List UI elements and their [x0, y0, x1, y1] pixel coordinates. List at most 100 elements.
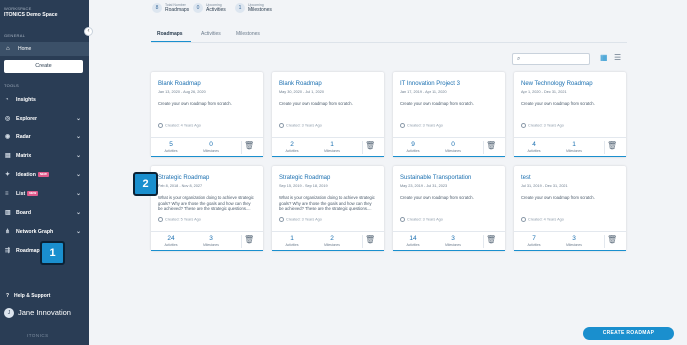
user-profile[interactable]: J Jane Innovation [0, 306, 89, 320]
trash-icon[interactable]: 🗑 [486, 235, 496, 244]
card-accent-bar [272, 249, 384, 251]
roadmap-title[interactable]: Strategic Roadmap [158, 175, 209, 181]
sidebar-item-insights[interactable]: ◔ Insights [0, 95, 89, 105]
roadmap-dates: Sep 15, 2019 - Sep 18, 2019 [279, 184, 328, 188]
sidebar-item-matrix[interactable]: ▤ Matrix ⌄ [0, 151, 89, 161]
list-view-icon[interactable]: ☰ [614, 54, 621, 62]
roadmap-dates: Apr 1, 2020 - Dec 31, 2021 [521, 90, 567, 94]
workspace-label: WORKSPACE [4, 6, 32, 11]
created-info: Created: 4 Years Ago [521, 217, 564, 222]
roadmap-title[interactable]: Sustainable Transportation [400, 175, 471, 181]
milestones-label: Milestones [324, 243, 340, 247]
help-and-support-link[interactable]: ? Help & Support [6, 293, 51, 299]
roadmap-title[interactable]: New Technology Roadmap [521, 81, 593, 87]
clock-icon [400, 123, 405, 128]
trash-icon[interactable]: 🗑 [607, 141, 617, 150]
sidebar-item-list[interactable]: ≡ List NEW ⌄ [0, 189, 89, 199]
roadmap-title[interactable]: Blank Roadmap [279, 81, 322, 87]
milestones-value: 2 [330, 235, 334, 242]
roadmap-card[interactable]: Blank Roadmap May 30, 2020 - Jul 1, 2020… [272, 72, 384, 157]
sidebar-item-radar[interactable]: ◉ Radar ⌄ [0, 132, 89, 142]
created-info: Created: 3 Years Ago [400, 217, 443, 222]
tab-roadmaps[interactable]: Roadmaps [157, 31, 183, 37]
activities-label: Activities [285, 243, 299, 247]
sidebar-item-label: List [16, 191, 26, 197]
stat-name: Milestones [248, 7, 272, 13]
milestones-label: Milestones [324, 149, 340, 153]
help-label: Help & Support [14, 293, 51, 299]
sidebar-item-explorer[interactable]: ◎ Explorer ⌄ [0, 114, 89, 124]
search-input[interactable]: ⌕ [512, 53, 590, 65]
activities-count: 4 Activities [514, 141, 554, 153]
roadmap-dates: Feb 8, 2018 - Nov 8, 2027 [158, 184, 203, 188]
tab-activities[interactable]: Activities [201, 31, 221, 37]
activities-count: 24 Activities [151, 235, 191, 247]
roadmap-card[interactable]: IT Innovation Project 3 Jan 17, 2019 - A… [393, 72, 505, 157]
milestones-label: Milestones [445, 243, 461, 247]
milestones-value: 3 [572, 235, 576, 242]
network-graph-icon: ⋔ [5, 229, 11, 235]
collapse-sidebar-button[interactable]: ‹ [84, 27, 93, 36]
sidebar-item-network-graph[interactable]: ⋔ Network Graph ⌄ [0, 227, 89, 237]
roadmap-description: What is your organization doing to achie… [279, 195, 375, 212]
workspace-name[interactable]: ITONICS Demo Space [4, 12, 58, 18]
roadmap-card[interactable]: New Technology Roadmap Apr 1, 2020 - Dec… [514, 72, 626, 157]
activities-label: Activities [164, 149, 178, 153]
trash-icon[interactable]: 🗑 [365, 235, 375, 244]
card-footer: 2 Activities 1 Milestones 🗑 [272, 137, 384, 157]
footer-divider [483, 141, 484, 154]
chevron-down-icon[interactable]: ⌄ [76, 151, 81, 161]
activities-label: Activities [527, 149, 541, 153]
sidebar-item-label: Network Graph [16, 229, 54, 235]
tab-milestones[interactable]: Milestones [236, 31, 260, 37]
milestones-label: Milestones [566, 149, 582, 153]
chevron-down-icon[interactable]: ⌄ [76, 170, 81, 180]
milestones-count: 0 Milestones [433, 141, 473, 153]
card-footer: 14 Activities 3 Milestones 🗑 [393, 231, 505, 251]
chevron-down-icon[interactable]: ⌄ [76, 132, 81, 142]
roadmap-title[interactable]: test [521, 175, 531, 181]
sidebar-item-label: Matrix [16, 153, 32, 159]
create-button[interactable]: Create [4, 60, 83, 73]
sidebar-item-ideation[interactable]: ✦ Ideation NEW ⌄ [0, 170, 89, 180]
trash-icon[interactable]: 🗑 [365, 141, 375, 150]
tab-divider [151, 42, 627, 43]
created-label: Created: 3 Years Ago [407, 123, 443, 128]
stat-count: 0 [193, 3, 203, 13]
sidebar-item-label: Ideation [16, 172, 36, 178]
sidebar-item-board[interactable]: ▥ Board ⌄ [0, 208, 89, 218]
trash-icon[interactable]: 🗑 [244, 141, 254, 150]
card-footer: 24 Activities 3 Milestones 🗑 [151, 231, 263, 251]
create-roadmap-button[interactable]: CREATE ROADMAP [583, 327, 674, 340]
chevron-down-icon[interactable]: ⌄ [76, 208, 81, 218]
roadmap-description: What is your organization doing to achie… [158, 195, 254, 212]
trash-icon[interactable]: 🗑 [244, 235, 254, 244]
card-footer: 7 Activities 3 Milestones 🗑 [514, 231, 626, 251]
created-label: Created: 5 Years Ago [165, 217, 201, 222]
milestones-label: Milestones [445, 149, 461, 153]
roadmap-title[interactable]: Strategic Roadmap [279, 175, 330, 181]
chevron-down-icon[interactable]: ⌄ [76, 189, 81, 199]
footer-divider [241, 141, 242, 154]
roadmap-card[interactable]: Strategic Roadmap Sep 15, 2019 - Sep 18,… [272, 166, 384, 251]
roadmap-icon: ⇶ [5, 248, 11, 254]
roadmap-title[interactable]: IT Innovation Project 3 [400, 81, 460, 87]
trash-icon[interactable]: 🗑 [486, 141, 496, 150]
roadmap-card[interactable]: Blank Roadmap Jan 13, 2020 - Aug 26, 202… [151, 72, 263, 157]
roadmap-card[interactable]: Sustainable Transportation May 23, 2019 … [393, 166, 505, 251]
roadmap-card[interactable]: test Jul 31, 2019 - Dec 31, 2021 Create … [514, 166, 626, 251]
sidebar-item-home[interactable]: ⌂ Home [0, 42, 89, 56]
activities-value: 5 [169, 141, 173, 148]
roadmap-dates: May 23, 2019 - Jul 31, 2023 [400, 184, 448, 188]
roadmap-title[interactable]: Blank Roadmap [158, 81, 201, 87]
trash-icon[interactable]: 🗑 [607, 235, 617, 244]
card-accent-bar [151, 249, 263, 251]
milestones-value: 0 [451, 141, 455, 148]
activities-value: 1 [290, 235, 294, 242]
roadmap-description: Create your own roadmap from scratch. [158, 101, 232, 106]
created-label: Created: 3 Years Ago [407, 217, 443, 222]
grid-view-icon[interactable]: ▦ [600, 54, 608, 62]
roadmap-card[interactable]: Strategic Roadmap Feb 8, 2018 - Nov 8, 2… [151, 166, 263, 251]
chevron-down-icon[interactable]: ⌄ [76, 227, 81, 237]
chevron-down-icon[interactable]: ⌄ [76, 114, 81, 124]
